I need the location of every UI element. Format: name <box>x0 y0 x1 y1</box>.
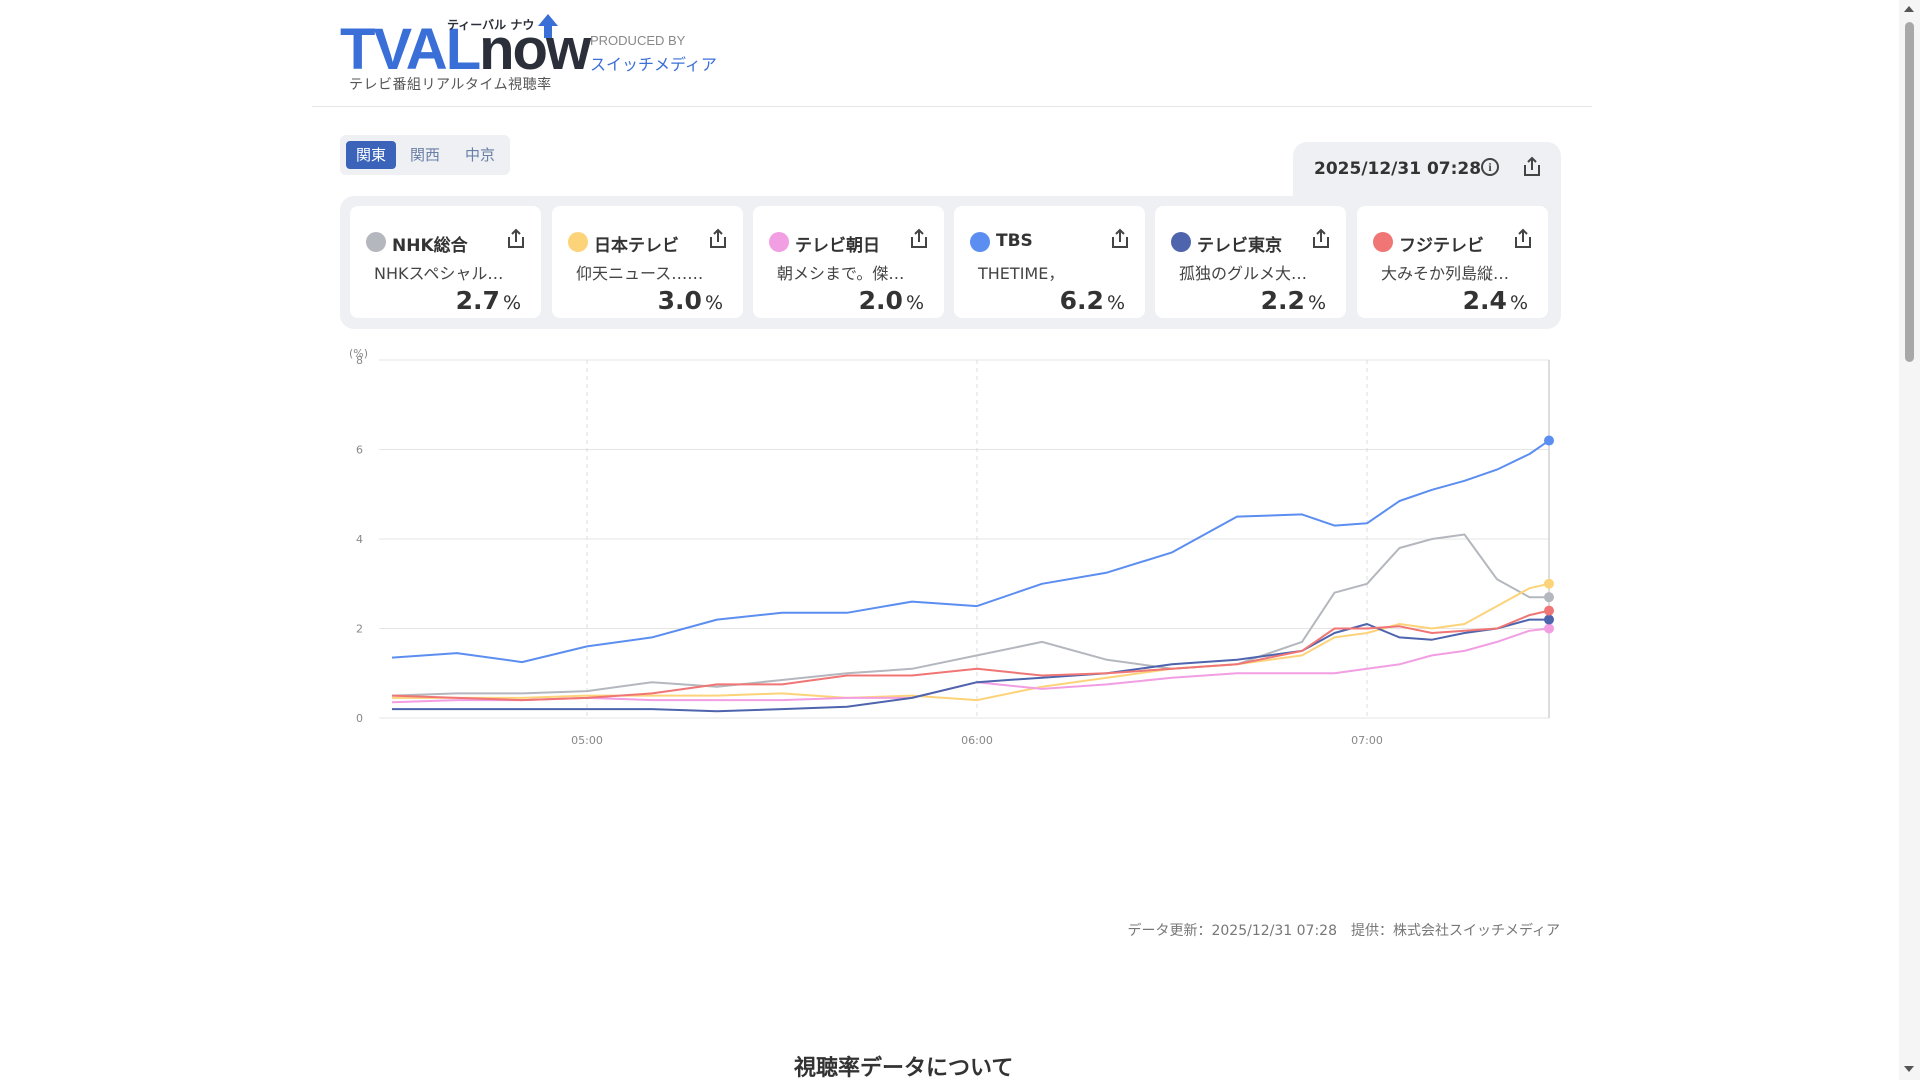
logo-tagline: テレビ番組リアルタイム視聴率 <box>349 77 552 93</box>
update-datetime: 2025/12/31 07:28 <box>1314 159 1482 179</box>
ratings-line-chart: 02468(%)05:00 06:00 07:00 <box>349 347 1554 747</box>
series-end-point[interactable] <box>1544 578 1554 589</box>
producer-link[interactable]: スイッチメディア <box>590 51 717 75</box>
channel-name: 日本テレビ <box>594 236 679 256</box>
series-line <box>392 618 1549 713</box>
channel-color-dot <box>366 232 386 252</box>
share-icon[interactable] <box>1521 156 1543 178</box>
share-icon[interactable] <box>505 228 527 250</box>
channel-card[interactable]: テレビ朝日朝メシまで。傑… 2.0% <box>753 206 944 318</box>
share-icon[interactable] <box>1109 228 1131 250</box>
y-tick-label: 2 <box>356 623 363 636</box>
program-title: 大みそか列島縦… <box>1381 264 1510 283</box>
program-title: 孤独のグルメ大… <box>1179 264 1308 283</box>
scroll-thumb[interactable] <box>1905 22 1914 362</box>
tab-kansai[interactable]: 関西 <box>400 141 450 169</box>
channel-name: TBS <box>996 231 1033 251</box>
series-line <box>391 609 1550 702</box>
info-icon[interactable]: i <box>1481 158 1499 176</box>
series-line <box>391 533 1549 697</box>
channel-card[interactable]: フジテレビ大みそか列島縦… 2.4% <box>1357 206 1548 318</box>
channel-name: フジテレビ <box>1399 236 1484 256</box>
y-tick-label: 6 <box>356 444 363 457</box>
channel-color-dot <box>568 232 588 252</box>
y-axis-label: (%) <box>349 347 368 360</box>
series-end-point[interactable] <box>1544 605 1554 616</box>
section-title: 視聴率データについて <box>794 1056 1014 1081</box>
channel-color-dot <box>769 232 789 252</box>
tvalnow-logo[interactable]: TVALnow ティーバル ナウ テレビ番組リアルタイム視聴率 <box>340 14 591 94</box>
logo-kana: ティーバル ナウ <box>447 18 535 32</box>
channel-color-dot <box>970 232 990 252</box>
share-icon[interactable] <box>1310 228 1332 250</box>
series-end-point[interactable] <box>1544 592 1554 603</box>
channel-color-dot <box>1373 232 1393 252</box>
rating-value: 2.2% <box>1260 286 1326 315</box>
rating-value: 2.0% <box>858 286 924 315</box>
x-tick-label: 07:00 <box>1351 734 1383 747</box>
channel-color-dot <box>1171 232 1191 252</box>
channel-panel: NHK総合 NHKスペシャル… 2.7% 日本テレビ仰天ニュース…… 3.0% テレビ朝日… <box>340 196 1561 329</box>
channel-card[interactable]: NHK総合 NHKスペシャル… 2.7% <box>350 206 541 318</box>
datetime-bar: 2025/12/31 07:28 i <box>1293 142 1561 202</box>
y-tick-label: 4 <box>356 533 363 546</box>
tab-kanto[interactable]: 関東 <box>346 141 397 169</box>
program-title: THETIME， <box>978 264 1065 283</box>
scroll-down-arrow-icon[interactable] <box>1904 1066 1914 1072</box>
series-line <box>392 582 1550 702</box>
series-end-point[interactable] <box>1544 614 1554 625</box>
logo-arrow-icon <box>538 14 558 38</box>
share-icon[interactable] <box>1512 228 1534 250</box>
channel-name: テレビ東京 <box>1197 236 1282 256</box>
channel-name: テレビ朝日 <box>795 236 880 256</box>
produced-by-label: PRODUCED BY <box>590 33 686 48</box>
rating-value: 3.0% <box>657 286 723 315</box>
data-update-note: データ更新：2025/12/31 07:28 提供：株式会社スイッチメディア <box>1127 923 1560 939</box>
site-header: TVALnow ティーバル ナウ テレビ番組リアルタイム視聴率 PRODUCED… <box>312 0 1592 107</box>
series-end-point[interactable] <box>1544 623 1554 634</box>
share-icon[interactable] <box>707 228 729 250</box>
rating-value: 2.4% <box>1462 286 1528 315</box>
program-title: 朝メシまで。傑… <box>777 264 905 283</box>
rating-value: 2.7% <box>455 286 521 315</box>
channel-card[interactable]: 日本テレビ仰天ニュース…… 3.0% <box>552 206 743 318</box>
program-title: 仰天ニュース…… <box>576 264 704 283</box>
scroll-up-arrow-icon[interactable] <box>1904 6 1914 12</box>
y-tick-label: 0 <box>356 712 363 725</box>
share-icon[interactable] <box>908 228 930 250</box>
x-tick-label: 06:00 <box>961 734 993 747</box>
series-end-point[interactable] <box>1544 435 1554 446</box>
program-title: NHKスペシャル… <box>374 264 504 283</box>
channel-card[interactable]: テレビ東京孤独のグルメ大… 2.2% <box>1155 206 1346 318</box>
tab-chukyo[interactable]: 中京 <box>455 141 505 169</box>
channel-card[interactable]: TBS THETIME， 6.2% <box>954 206 1145 318</box>
channel-name: NHK総合 <box>392 236 468 256</box>
rating-value: 6.2% <box>1059 286 1125 315</box>
x-tick-label: 05:00 <box>571 734 603 747</box>
region-tabs: 関東 関西 中京 <box>340 135 510 175</box>
scrollbar[interactable] <box>1899 0 1920 1080</box>
